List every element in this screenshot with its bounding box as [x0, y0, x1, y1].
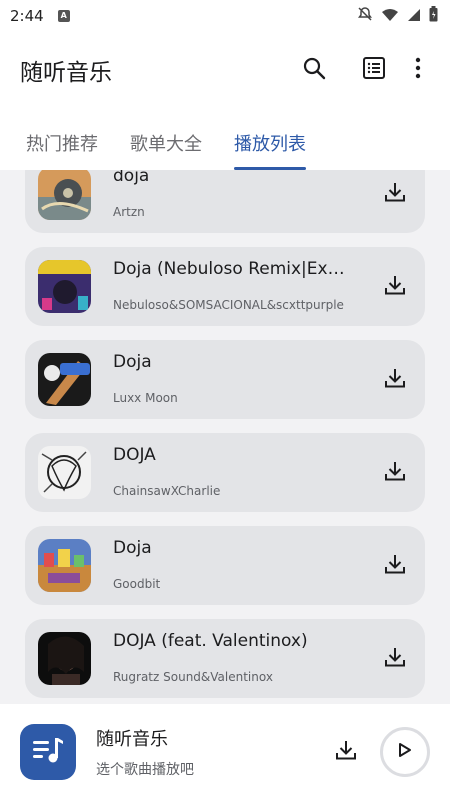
song-item[interactable]: doja Artzn	[25, 170, 425, 233]
song-list[interactable]: doja Artzn Doja (Nebuloso Remix|Explicit…	[0, 170, 450, 704]
song-artist: Artzn	[113, 205, 145, 219]
player-download-button[interactable]	[326, 732, 366, 772]
download-icon	[384, 460, 406, 486]
app-title: 随听音乐	[20, 60, 112, 86]
status-bar: 2:44 A	[0, 0, 450, 32]
song-title: Doja	[113, 538, 152, 558]
player-cover	[20, 724, 76, 780]
song-artist: Nebuloso&SOMSACIONAL&scxttpurple	[113, 298, 344, 312]
song-artist: Goodbit	[113, 577, 161, 591]
download-button[interactable]	[379, 643, 411, 675]
player-text: 随听音乐 选个歌曲播放吧	[96, 725, 194, 779]
player-title: 随听音乐	[96, 729, 168, 750]
album-cover	[38, 446, 91, 499]
download-button[interactable]	[379, 457, 411, 489]
download-button[interactable]	[379, 364, 411, 396]
list-box-icon	[362, 56, 386, 84]
notification-app-icon: A	[57, 10, 70, 22]
dnd-off-icon	[357, 6, 373, 26]
album-cover	[38, 539, 91, 592]
tab-bar: 热门推荐 歌单大全 播放列表	[0, 116, 450, 170]
playlist-button[interactable]	[354, 50, 394, 90]
play-button[interactable]	[380, 727, 430, 777]
song-artist: Rugratz Sound&Valentinox	[113, 670, 273, 684]
download-button[interactable]	[379, 550, 411, 582]
download-icon	[384, 646, 406, 672]
song-title: Doja (Nebuloso Remix|Explicit)	[113, 259, 353, 279]
more-vertical-icon	[415, 57, 421, 83]
player-actions	[326, 727, 430, 777]
tab-playlist-collection[interactable]: 歌单大全	[130, 116, 202, 170]
download-icon	[335, 739, 357, 765]
search-icon	[302, 56, 326, 84]
song-title: DOJA (feat. Valentinox)	[113, 631, 308, 651]
song-item[interactable]: DOJA ChainsawXCharlie	[25, 433, 425, 512]
album-cover	[38, 260, 91, 313]
status-time: 2:44	[10, 7, 44, 25]
tab-play-list[interactable]: 播放列表	[234, 116, 306, 170]
mini-player[interactable]: 随听音乐 选个歌曲播放吧	[0, 704, 450, 800]
battery-icon	[429, 6, 438, 26]
download-button[interactable]	[379, 178, 411, 210]
song-artist: ChainsawXCharlie	[113, 484, 221, 498]
album-cover	[38, 170, 91, 220]
play-icon	[398, 742, 412, 762]
download-icon	[384, 553, 406, 579]
music-list-icon	[31, 735, 65, 769]
song-item[interactable]: Doja (Nebuloso Remix|Explicit) Nebuloso&…	[25, 247, 425, 326]
more-button[interactable]	[406, 50, 430, 90]
song-item[interactable]: DOJA (feat. Valentinox) Rugratz Sound&Va…	[25, 619, 425, 698]
song-artist: Luxx Moon	[113, 391, 178, 405]
album-cover	[38, 353, 91, 406]
download-icon	[384, 181, 406, 207]
song-title: DOJA	[113, 445, 156, 465]
song-title: Doja	[113, 352, 152, 372]
status-icons	[357, 6, 438, 26]
download-icon	[384, 274, 406, 300]
album-cover	[38, 632, 91, 685]
download-button[interactable]	[379, 271, 411, 303]
search-button[interactable]	[294, 50, 334, 90]
app-actions	[294, 50, 430, 90]
download-icon	[384, 367, 406, 393]
song-item[interactable]: Doja Luxx Moon	[25, 340, 425, 419]
signal-icon	[407, 7, 421, 26]
player-subtitle: 选个歌曲播放吧	[96, 762, 194, 778]
song-title: doja	[113, 170, 150, 186]
app-bar: 随听音乐	[0, 32, 450, 108]
song-item[interactable]: Doja Goodbit	[25, 526, 425, 605]
tab-hot-recommend[interactable]: 热门推荐	[26, 116, 98, 170]
wifi-icon	[381, 7, 399, 26]
